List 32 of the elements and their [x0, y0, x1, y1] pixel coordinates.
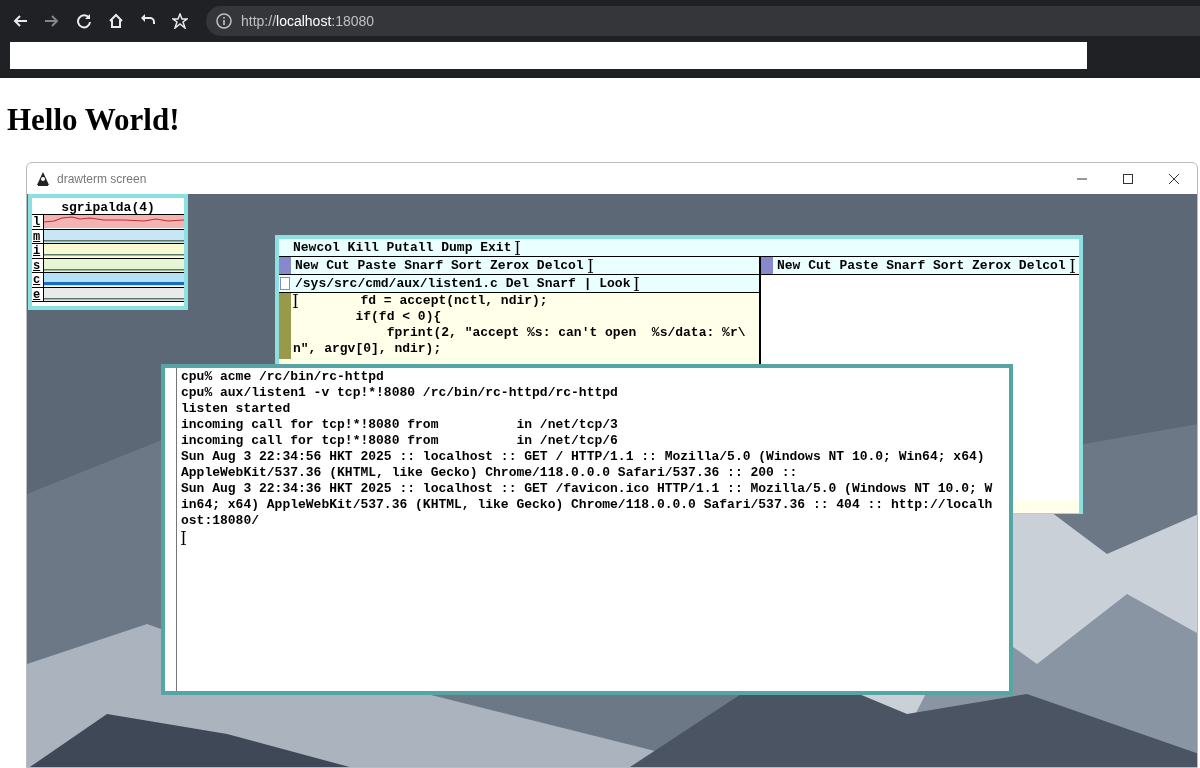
page-heading: Hello World! [7, 101, 181, 139]
terminal-line: in64; x64) AppleWebKit/537.36 (KHTML, like Gecko) Chrome/118.0.0.0 Safari/537.36 :: 404 :: http://localh [181, 497, 993, 513]
code-line: fd = accept(nctl, ndir); [359, 293, 548, 309]
terminal-line: listen started [181, 401, 292, 417]
stats-title: sgripalda(4) [61, 200, 155, 215]
terminal-line: incoming call for tcp!*!8080 from in /net/tcp/6 [181, 433, 619, 449]
forward-icon [44, 13, 60, 29]
url-text[interactable]: http://localhost:18080 [241, 10, 375, 32]
info-icon[interactable] [216, 13, 232, 29]
code-line: n", argv[0], ndir); [293, 341, 442, 357]
window-title: drawterm screen [57, 170, 147, 188]
column-handle[interactable] [761, 257, 773, 274]
maximize-icon [1123, 173, 1133, 184]
terminal-line: ost:18080/ [181, 513, 260, 529]
home-icon [108, 13, 124, 29]
reload-icon [76, 13, 92, 29]
column-handle[interactable] [279, 257, 291, 274]
terminal-line: Sun Aug 3 22:34:36 HKT 2025 :: localhost :: GET /favicon.ico HTTP/1.1 :: Mozilla/5.0 (Windows NT 10.0; W [181, 481, 993, 497]
scrollbar [279, 293, 291, 359]
app-icon [35, 170, 51, 187]
star-icon [172, 13, 188, 29]
text-cursor-icon [181, 531, 186, 545]
window-handle[interactable] [279, 275, 291, 292]
terminal-line: cpu% acme /rc/bin/rc-httpd [181, 369, 385, 385]
code-line: if(fd < 0){ [354, 309, 442, 325]
code-line: fprint(2, "accept %s: can't open %s/data: %r\ [385, 325, 746, 341]
back-icon [12, 13, 28, 29]
close-icon [1169, 173, 1179, 184]
terminal-line: Sun Aug 3 22:34:56 HKT 2025 :: localhost :: GET / HTTP/1.1 :: Mozilla/5.0 (Windows NT 10.0; Win64; x64) [181, 449, 986, 465]
terminal-line: cpu% aux/listen1 -v tcp!*!8080 /rc/bin/rc-httpd/rc-httpd [181, 385, 619, 401]
terminal-line: AppleWebKit/537.36 (KHTML, like Gecko) Chrome/118.0.0.0 Safari/537.36 :: 200 :: [181, 465, 799, 481]
terminal-line: incoming call for tcp!*!8080 from in /net/tcp/3 [181, 417, 619, 433]
